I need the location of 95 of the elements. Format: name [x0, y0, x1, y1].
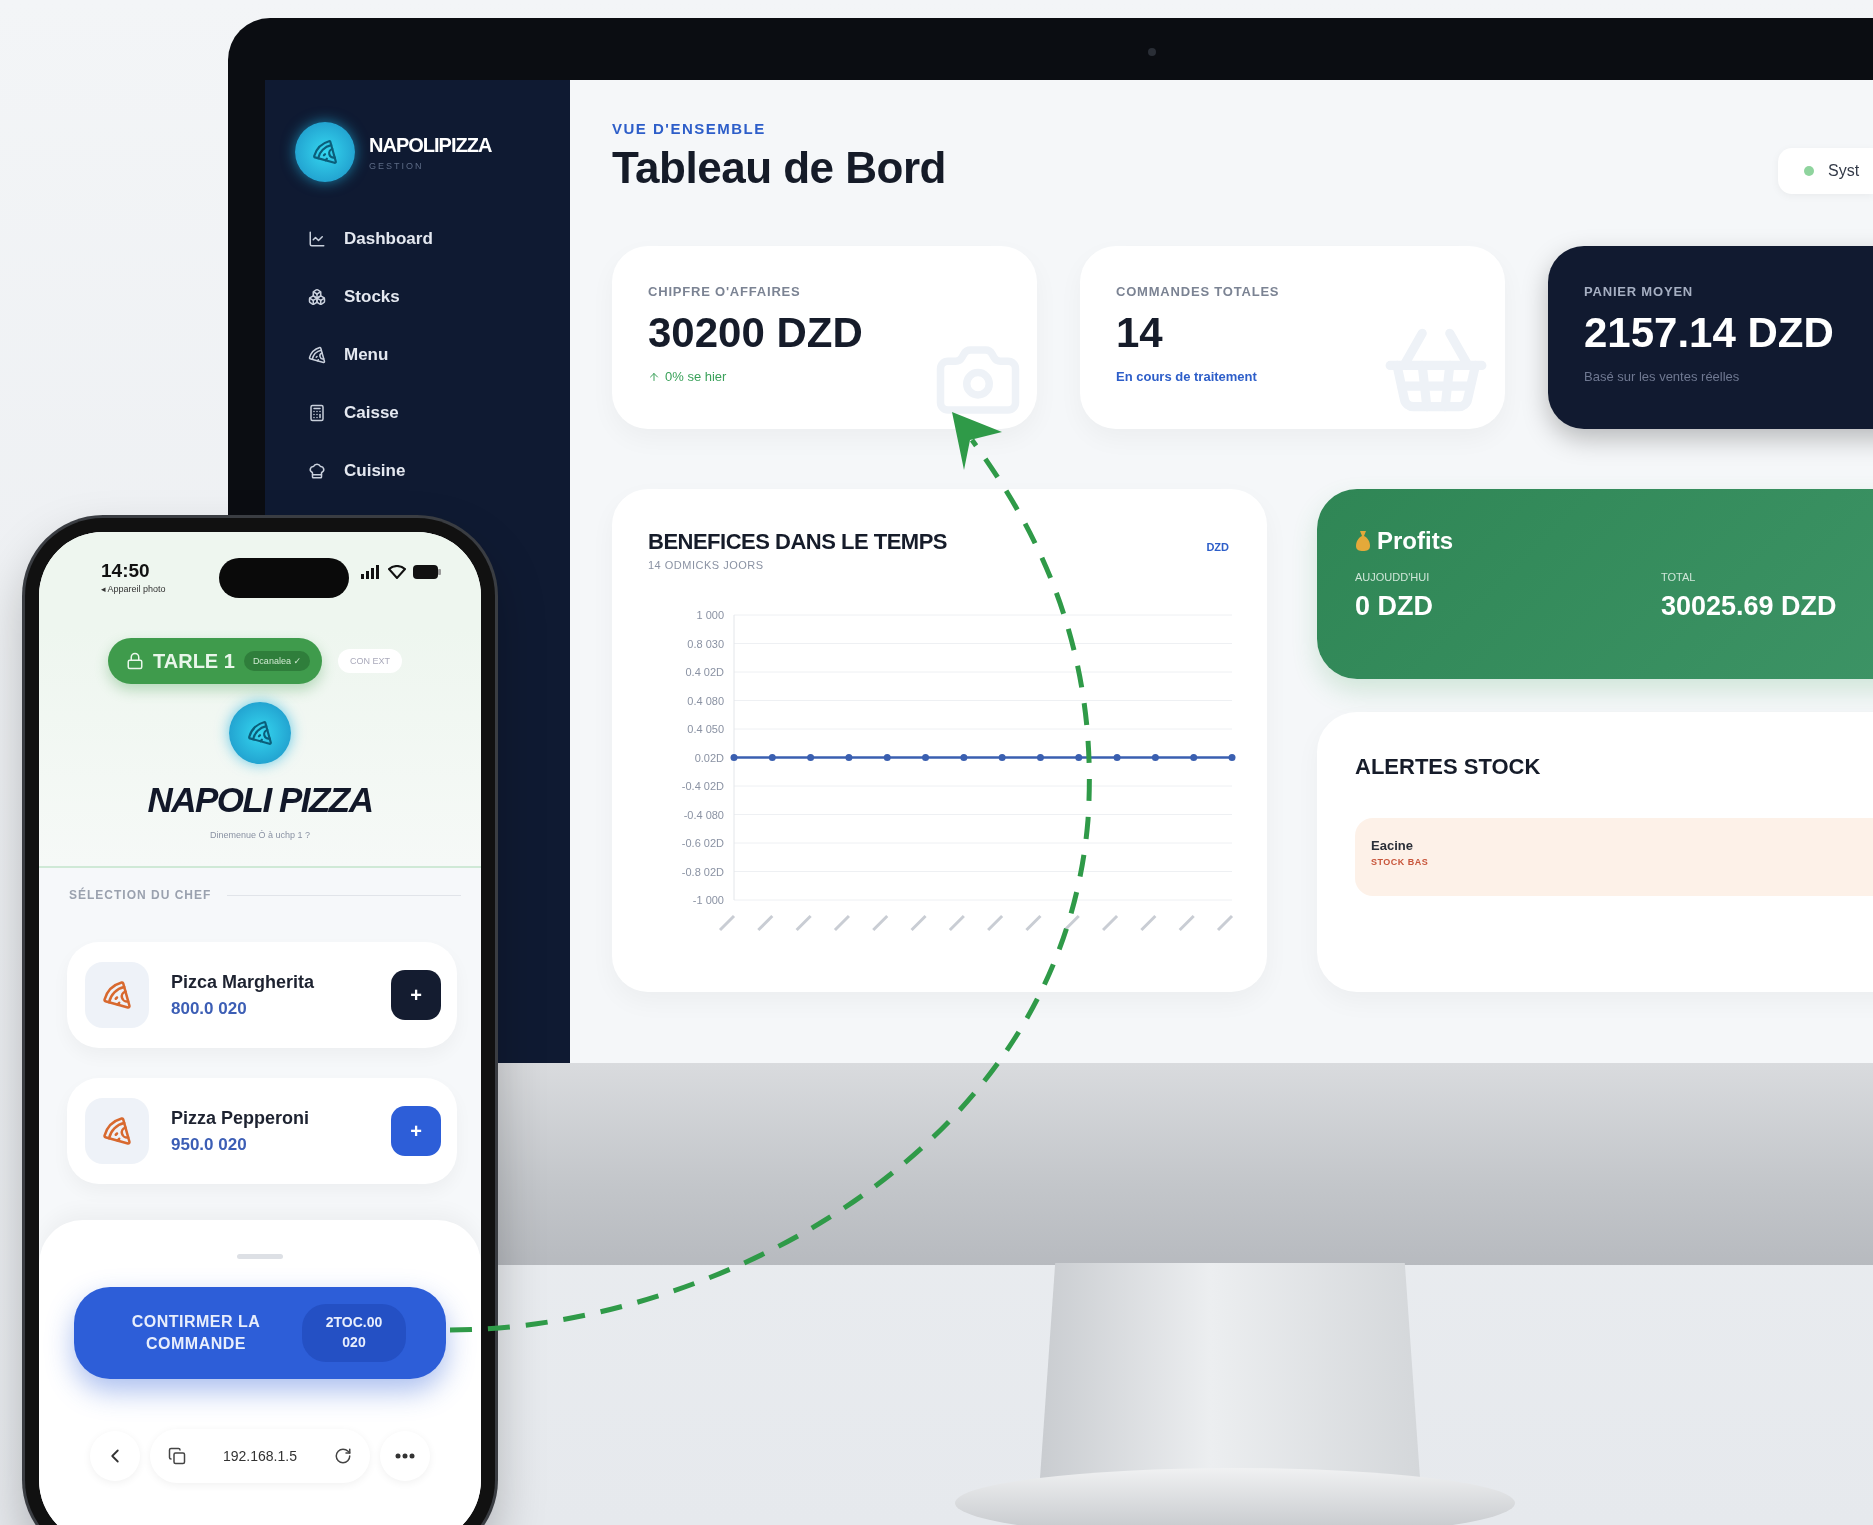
add-button[interactable]: +	[391, 1106, 441, 1156]
profits-title: Profits	[1377, 527, 1453, 555]
stat-label: COMMANDES TOTALES	[1116, 284, 1281, 299]
axis-tick	[1063, 914, 1080, 932]
nav-icon	[308, 404, 326, 422]
logo-icon	[229, 702, 291, 764]
pizza-slice-icon	[85, 962, 149, 1028]
profit-label: TOTAL	[1661, 571, 1697, 583]
product-name: Pizza Pepperoni	[171, 1107, 311, 1129]
brand-name: NAPOLIPIZZA	[369, 133, 492, 157]
section-label: SÉLECTION DU CHEF	[69, 888, 212, 902]
axis-label: 0.4 050	[687, 723, 724, 735]
logo-icon	[295, 122, 355, 182]
axis-label: -1 000	[692, 894, 724, 906]
signal-icon	[361, 565, 381, 579]
nav-item[interactable]: Menu	[295, 326, 570, 384]
stat-value: 30200 DZD	[648, 309, 864, 357]
profit-value: 30025.69 DZD	[1661, 591, 1838, 622]
confirm-order-button[interactable]: CONTIRMER LA COMMANDE 2TOC.00 020	[74, 1287, 446, 1379]
eyebrow-label: VUE D'ENSEMBLE	[612, 120, 767, 137]
nav-icon	[308, 230, 326, 248]
axis-label: 0.02D	[694, 751, 724, 764]
stat-value: 14	[1116, 309, 1164, 357]
url-text: 192.168.1.5	[223, 1448, 297, 1464]
alert-item[interactable]: Eacine STOCK BAS	[1355, 818, 1873, 896]
welcome-text: Dinemenue Ò à uchp 1 ?	[209, 830, 311, 840]
product-price: 800.0 020	[171, 998, 248, 1019]
axis-tick	[795, 914, 812, 932]
back-app-link[interactable]: ◂ Appareil photo	[101, 584, 166, 594]
axis-label: -0.4 02D	[681, 780, 724, 792]
unit-label: DZD	[1206, 541, 1229, 553]
alert-name: Eacine	[1371, 838, 1414, 853]
stat-note: En cours de traitement	[1116, 369, 1257, 384]
add-button[interactable]: +	[391, 970, 441, 1020]
url-bar[interactable]: 192.168.1.5	[150, 1429, 370, 1483]
axis-tick	[1025, 914, 1042, 932]
table-badge: Dcanalea ✓	[243, 651, 310, 671]
stat-note: 0% se hier	[665, 369, 727, 384]
nav-item[interactable]: Dashboard	[295, 210, 570, 268]
stat-label: PANIER MOYEN	[1584, 284, 1695, 299]
status-text: Syst	[1828, 162, 1860, 180]
axis-tick	[1102, 914, 1119, 932]
nav-icon	[308, 462, 326, 480]
nav-item[interactable]: Cuisine	[295, 442, 570, 500]
lock-icon	[126, 652, 144, 670]
brand-subtitle: GESTION	[369, 160, 425, 171]
axis-label: 0.4 080	[687, 694, 724, 707]
chart-title: BENEFICES DANS LE TEMPS	[648, 529, 947, 555]
tabs-icon	[168, 1447, 186, 1465]
sheet-handle[interactable]	[237, 1254, 283, 1259]
pizza-slice-icon	[85, 1098, 149, 1164]
more-icon	[395, 1453, 415, 1459]
page-title: Tableau de Bord	[612, 143, 946, 193]
axis-label: -0.6 02D	[681, 837, 724, 849]
camera-dot	[1148, 48, 1156, 56]
axis-tick	[987, 914, 1004, 932]
axis-tick	[872, 914, 889, 932]
alerts-title: ALERTES STOCK	[1355, 754, 1542, 780]
axis-tick	[833, 914, 850, 932]
axis-label: -0.4 080	[683, 808, 724, 821]
stat-value: 2157.14 DZD	[1584, 309, 1835, 357]
arrow-up-icon	[648, 370, 660, 383]
wifi-icon	[388, 565, 406, 579]
nav-item[interactable]: Stocks	[295, 268, 570, 326]
axis-tick	[1178, 914, 1195, 932]
status-dot	[1804, 166, 1814, 176]
axis-label: 1 000	[696, 609, 724, 621]
brand-name: NAPOLI PIZZA	[147, 780, 373, 820]
axis-label: 0.4 02D	[685, 666, 724, 678]
profit-value: 0 DZD	[1355, 591, 1434, 622]
connection-pill: CON EXT	[337, 649, 402, 673]
stat-label: CHIPFRE O'AFFAIRES	[648, 284, 802, 299]
nav-icon	[308, 346, 326, 364]
battery-icon	[413, 565, 441, 579]
chart-subtitle: 14 ODMICKS JOORS	[648, 559, 765, 571]
money-bag-icon	[1355, 530, 1371, 552]
reload-icon	[334, 1447, 352, 1465]
axis-tick	[718, 914, 736, 932]
table-label: TARLE 1	[153, 649, 235, 673]
alert-status: STOCK BAS	[1371, 857, 1430, 867]
axis-tick	[948, 914, 965, 932]
nav-item[interactable]: Caisse	[295, 384, 570, 442]
axis-tick	[1140, 914, 1157, 932]
nav-icon	[308, 288, 326, 306]
product-name: Pizca Margherita	[171, 971, 316, 993]
axis-tick	[910, 914, 927, 932]
axis-label: 0.8 030	[687, 637, 724, 650]
profit-label: AUJOUDD'HUI	[1355, 571, 1431, 583]
order-total: 2TOC.00 020	[302, 1304, 406, 1362]
status-time: 14:50	[101, 560, 151, 582]
product-price: 950.0 020	[171, 1134, 248, 1155]
axis-tick	[757, 914, 774, 932]
stat-note: Basé sur les ventes réelles	[1584, 369, 1740, 384]
axis-label: -0.8 02D	[681, 865, 724, 878]
axis-tick	[1216, 914, 1234, 932]
